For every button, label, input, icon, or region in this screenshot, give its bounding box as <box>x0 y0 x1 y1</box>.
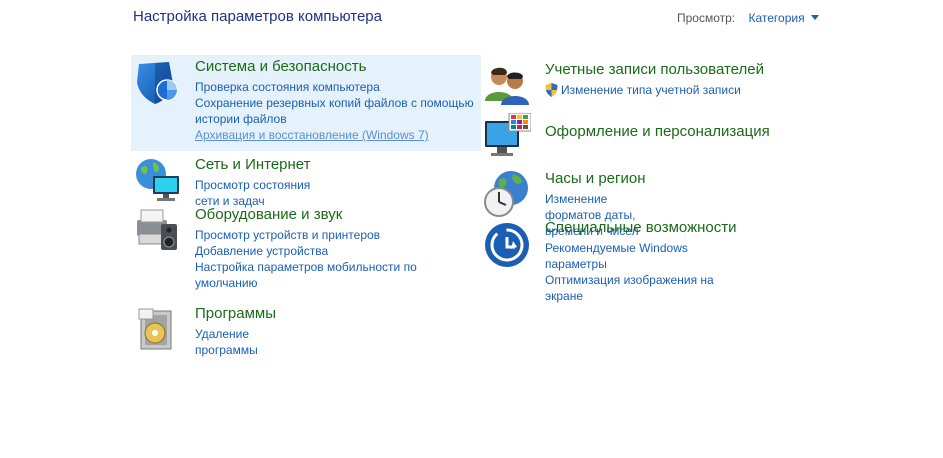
mobility-settings-link[interactable]: Настройка параметров мобильности по умол… <box>195 259 435 291</box>
optimize-visual-display-link[interactable]: Оптимизация изображения на экране <box>545 272 737 304</box>
clock-globe-icon[interactable] <box>483 170 531 218</box>
file-history-backup-link[interactable]: Сохранение резервных копий файлов с помо… <box>195 95 485 127</box>
shield-icon[interactable] <box>133 58 181 106</box>
page-title: Настройка параметров компьютера <box>133 8 382 25</box>
category-title[interactable]: Часы и регион <box>545 170 646 188</box>
programs-disc-icon[interactable] <box>133 305 181 353</box>
check-computer-status-link[interactable]: Проверка состояния компьютера <box>195 79 485 95</box>
view-by-value[interactable]: Категория <box>748 11 804 25</box>
ease-of-access-icon[interactable] <box>483 219 531 267</box>
devices-printers-link[interactable]: Просмотр устройств и принтеров <box>195 227 435 243</box>
category-title[interactable]: Оборудование и звук <box>195 206 435 224</box>
category-title[interactable]: Специальные возможности <box>545 219 737 237</box>
dropdown-arrow-icon[interactable] <box>810 15 819 20</box>
category-title[interactable]: Программы <box>195 305 276 323</box>
network-status-link[interactable]: Просмотр состояния сети и задач <box>195 177 311 209</box>
view-by-dropdown[interactable]: Категория <box>748 11 819 25</box>
network-globe-icon[interactable] <box>133 156 181 204</box>
uninstall-program-link[interactable]: Удаление программы <box>195 326 276 358</box>
printer-speaker-icon[interactable] <box>133 206 181 254</box>
category-title[interactable]: Сеть и Интернет <box>195 156 311 174</box>
category-title[interactable]: Оформление и персонализация <box>545 123 770 141</box>
monitor-palette-icon[interactable] <box>483 112 532 161</box>
change-account-type-label[interactable]: Изменение типа учетной записи <box>561 83 741 97</box>
view-by: Просмотр: Категория <box>677 11 819 25</box>
category-title[interactable]: Учетные записи пользователей <box>545 61 764 79</box>
change-account-type-link[interactable]: Изменение типа учетной записи <box>545 82 764 101</box>
backup-restore-win7-link[interactable]: Архивация и восстановление (Windows 7) <box>195 127 485 143</box>
category-title[interactable]: Система и безопасность <box>195 58 485 76</box>
add-device-link[interactable]: Добавление устройства <box>195 243 435 259</box>
recommended-windows-settings-link[interactable]: Рекомендуемые Windows параметры <box>545 240 737 272</box>
users-icon[interactable] <box>483 61 531 109</box>
view-by-label: Просмотр: <box>677 11 736 25</box>
uac-shield-icon <box>545 83 558 101</box>
